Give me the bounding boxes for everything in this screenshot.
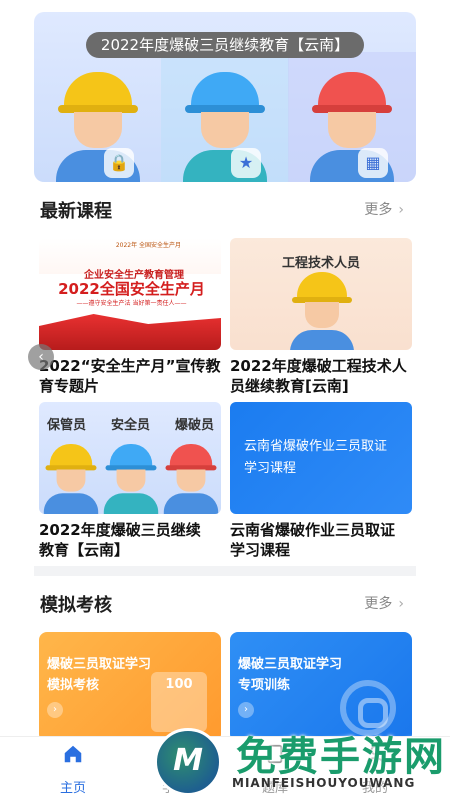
nav-label: 主页 [59,781,86,796]
worker-illustration [290,272,354,350]
thumbnail-text: 云南省爆破作业三员取证 学习课程 [244,439,388,476]
worker-illustration [43,444,99,514]
lock-icon: 🔒 [104,148,134,178]
course-thumbnail: 2022年 全国安全生产月 企业安全生产教育管理 2022全国安全生产月 ——遵… [39,238,221,350]
course-title: 2022年度爆破工程技术人 员继续教育[云南] [230,357,407,395]
exam-card-title: 爆破三员取证学习 专项训练 [238,657,343,693]
section-title: 最新课程 [40,201,112,222]
shield-icon: ★ [231,148,261,178]
course-thumbnail: 云南省爆破作业三员取证 学习课程 [230,402,412,514]
thumbnail-headline: 2022全国安全生产月 [58,280,205,298]
latest-courses-header: 最新课程 更多 › [40,197,410,222]
course-card[interactable]: 保管员 安全员 爆破员 2022年度爆破三员继续 教育【云南】 [39,402,221,560]
banner-title: 2022年度爆破三员继续教育【云南】 [86,32,364,58]
exam-card-title: 爆破三员取证学习 模拟考核 [47,657,152,693]
banner-panel-blue: ★ [161,52,289,182]
section-title: 模拟考核 [40,595,112,616]
course-thumbnail: 工程技术人员 [230,238,412,350]
course-title: 2022年度爆破三员继续 教育【云南】 [39,521,201,559]
worker-illustration [103,444,159,514]
chevron-right-icon: › [398,596,404,612]
arrow-right-icon: › [47,702,63,718]
arrow-right-icon: › [238,702,254,718]
more-link[interactable]: 更多 › [364,593,404,613]
course-title: 云南省爆破作业三员取证 学习课程 [230,521,396,559]
worker-illustration [163,444,219,514]
building-icon: ▦ [358,148,388,178]
thumbnail-label: 爆破员 [175,418,215,433]
watermark-logo [154,728,222,796]
score-sheet-icon: 100 [151,672,207,732]
banner-panel-yellow: 🔒 [34,52,162,182]
watermark-text: 免费手游网 [236,734,446,780]
home-icon [64,745,82,763]
thumbnail-label: 工程技术人员 [281,256,360,271]
watermark-subtext: MIANFEISHOUYOUWANG [232,776,416,790]
course-card[interactable]: 云南省爆破作业三员取证 学习课程 云南省爆破作业三员取证 学习课程 [230,402,412,560]
course-card[interactable]: 2022年 全国安全生产月 企业安全生产教育管理 2022全国安全生产月 ——遵… [39,238,221,396]
thumbnail-slogan: ——遵守安全生产法 当好第一责任人—— [76,300,187,307]
course-thumbnail: 保管员 安全员 爆破员 [39,402,221,514]
banner-panel-red: ▦ [288,52,416,182]
chevron-right-icon: › [398,202,404,218]
site-watermark: 免费手游网 MIANFEISHOUYOUWANG [150,724,450,800]
mock-exam-header: 模拟考核 更多 › [40,591,410,616]
carousel-prev-button[interactable]: ‹ [28,344,54,370]
thumbnail-logo-text: 2022年 全国安全生产月 [115,242,181,249]
thumbnail-label: 保管员 [47,418,87,433]
more-link[interactable]: 更多 › [364,199,404,219]
section-divider [34,566,416,576]
thumbnail-label: 安全员 [111,418,151,433]
course-title: 2022“安全生产月”宣传教 育专题片 [39,357,221,395]
top-banner[interactable]: 🔒 ★ ▦ 2022年度爆破三员继续教育【云南】 [34,12,416,182]
nav-item-home[interactable]: 主页 [38,743,108,796]
course-card[interactable]: 工程技术人员 2022年度爆破工程技术人 员继续教育[云南] [230,238,412,396]
